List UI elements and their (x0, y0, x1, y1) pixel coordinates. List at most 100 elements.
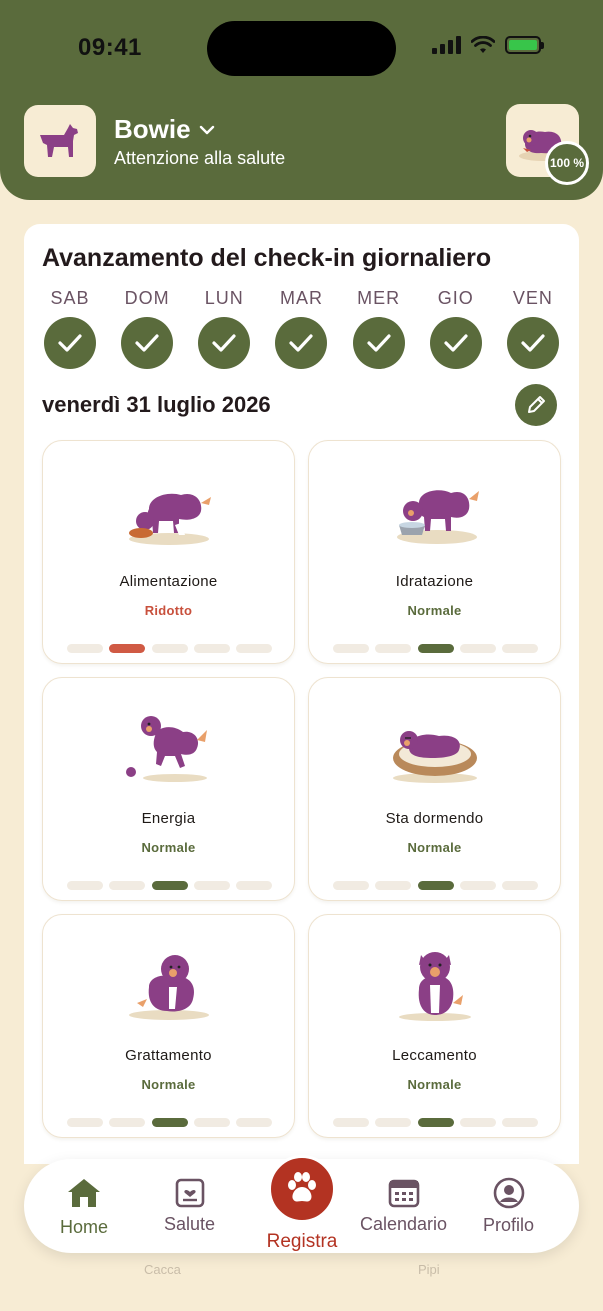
day-label: LUN (204, 288, 244, 308)
day-mon[interactable]: LUN (188, 288, 260, 369)
level-segment (333, 1118, 369, 1127)
pet-name: Bowie (114, 114, 191, 144)
level-segment-active (151, 881, 188, 890)
day-label: MAR (279, 288, 323, 308)
checkmark-icon (121, 317, 174, 369)
dynamic-island (207, 21, 396, 76)
day-wed[interactable]: MER (343, 288, 415, 369)
dog-playing-illustration (126, 716, 207, 782)
level-indicator (333, 1118, 538, 1127)
level-segment (109, 1118, 146, 1127)
day-tue[interactable]: MAR (265, 288, 337, 369)
status-time: 09:41 (78, 34, 142, 61)
dog-licking-illustration (399, 952, 471, 1021)
tile-licking[interactable]: Leccamento Normale (308, 914, 561, 1138)
level-segment (459, 644, 496, 653)
bottom-tab-bar: Home Salute Registra Calendario Profilo (24, 1155, 579, 1253)
dog-scratching-illustration (129, 955, 209, 1020)
pet-subtitle: Attenzione alla salute (114, 148, 286, 168)
checkmark-icon (275, 317, 328, 369)
level-segment (193, 644, 230, 653)
health-grid: Alimentazione Ridotto Idratazione Normal… (42, 440, 561, 1138)
tile-title: Alimentazione (119, 573, 218, 590)
tile-status: Ridotto (144, 603, 193, 618)
day-label: MER (357, 288, 401, 308)
level-segment (109, 881, 146, 890)
status-icons (432, 36, 544, 54)
level-segment (459, 881, 496, 890)
level-segment-active (417, 1118, 454, 1127)
profile-icon (493, 1177, 524, 1209)
level-segment (459, 1118, 496, 1127)
app-header: 09:41 Bowie Attenzione alla salute 100 % (0, 0, 603, 200)
tab-label: Salute (164, 1214, 216, 1234)
calendar-icon (388, 1179, 419, 1208)
tile-status: Normale (141, 840, 196, 855)
week-progress: SAB DOM LUN MAR MER GIO VEN (34, 288, 569, 369)
level-segment (375, 1118, 412, 1127)
day-fri[interactable]: VEN (497, 288, 569, 369)
pencil-icon (528, 396, 545, 413)
tile-feeding[interactable]: Alimentazione Ridotto (42, 440, 295, 664)
checkin-title: Avanzamento del check-in giornaliero (42, 244, 492, 272)
level-segment (67, 881, 103, 890)
level-segment (502, 881, 538, 890)
tab-calendar[interactable]: Calendario (360, 1178, 447, 1235)
dog-sleeping-illustration (393, 731, 477, 783)
tab-home[interactable]: Home (60, 1177, 108, 1238)
checkmark-icon (44, 317, 96, 369)
day-label: SAB (50, 288, 90, 308)
tile-title: Grattamento (125, 1047, 212, 1064)
day-label: DOM (124, 288, 170, 308)
day-label: VEN (512, 288, 553, 308)
signal-icon (432, 36, 461, 54)
level-segment (67, 644, 103, 653)
level-indicator (67, 881, 272, 890)
level-indicator (67, 1118, 272, 1127)
dog-drinking-illustration (397, 490, 479, 544)
dog-eating-illustration (129, 493, 211, 545)
home-icon (68, 1179, 100, 1207)
register-label: Registra (266, 1231, 338, 1252)
tab-health[interactable]: Salute (164, 1178, 215, 1235)
register-button[interactable] (268, 1155, 336, 1223)
checkmark-icon (429, 317, 482, 369)
tab-label: Profilo (483, 1215, 535, 1235)
level-segment (236, 1118, 272, 1127)
level-segment-active (417, 644, 454, 653)
checkmark-icon (506, 317, 559, 369)
paw-icon (288, 1172, 316, 1202)
tile-status: Normale (141, 1077, 196, 1092)
day-sun[interactable]: DOM (111, 288, 183, 369)
tile-title: Leccamento (392, 1047, 477, 1064)
tile-energy[interactable]: Energia Normale (42, 677, 295, 901)
tile-status: Normale (407, 1077, 462, 1092)
level-segment (502, 644, 538, 653)
checkin-card: Avanzamento del check-in giornaliero SAB… (24, 224, 579, 1164)
day-label: GIO (437, 288, 474, 308)
level-segment-active (417, 881, 454, 890)
level-segment (151, 644, 188, 653)
tile-scratching[interactable]: Grattamento Normale (42, 914, 295, 1138)
completion-badge: 100 % (545, 141, 589, 185)
tab-profile[interactable]: Profilo (483, 1177, 534, 1236)
tile-status: Normale (407, 603, 462, 618)
level-segment (193, 1118, 230, 1127)
battery-icon (505, 36, 544, 54)
pet-switcher[interactable]: Bowie (114, 114, 215, 145)
chevron-down-icon (199, 125, 214, 134)
edit-button[interactable] (515, 384, 557, 426)
level-segment-active (151, 1118, 188, 1127)
day-thu[interactable]: GIO (420, 288, 492, 369)
level-segment (333, 881, 369, 890)
tab-label: Home (60, 1217, 109, 1237)
tile-title: Idratazione (395, 573, 474, 590)
pet-avatar[interactable] (24, 105, 96, 177)
tile-hydration[interactable]: Idratazione Normale (308, 440, 561, 664)
dog-silhouette-icon (40, 124, 78, 157)
day-sat[interactable]: SAB (34, 288, 106, 369)
wifi-icon (471, 36, 495, 53)
tile-sleeping[interactable]: Sta dormendo Normale (308, 677, 561, 901)
level-segment (375, 881, 412, 890)
level-segment (193, 881, 230, 890)
